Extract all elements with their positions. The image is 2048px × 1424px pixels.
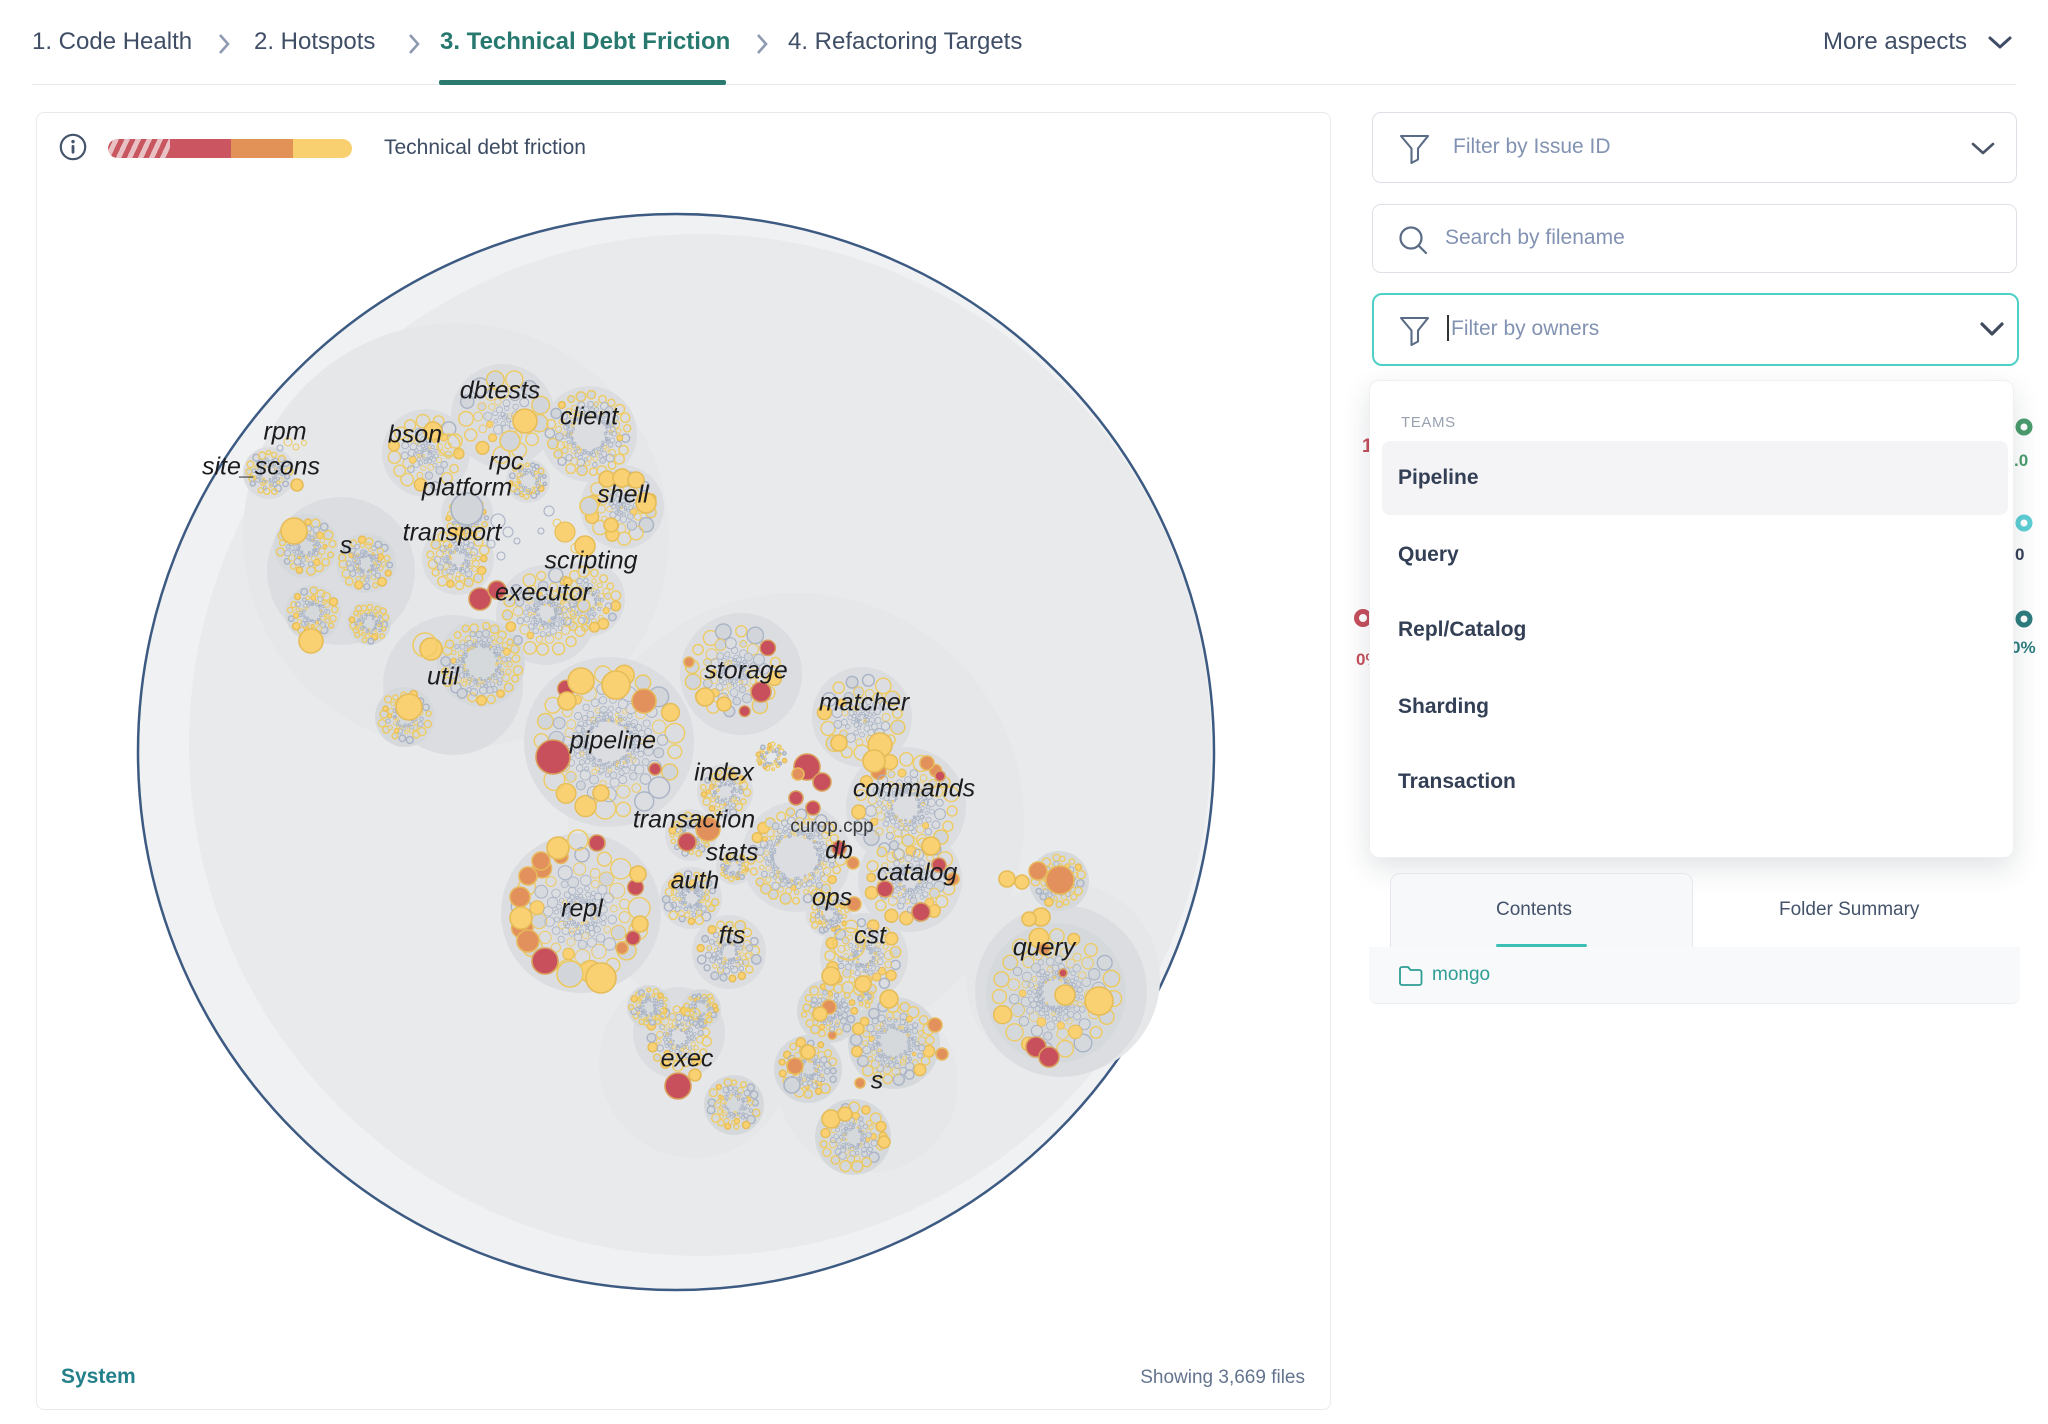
svg-text:fts: fts <box>719 922 745 950</box>
svg-text:auth: auth <box>671 867 720 895</box>
svg-text:commands: commands <box>853 775 975 803</box>
svg-text:transaction: transaction <box>633 806 755 834</box>
svg-text:platform: platform <box>421 474 512 502</box>
svg-text:matcher: matcher <box>819 689 911 717</box>
svg-text:ops: ops <box>812 884 852 912</box>
svg-text:s: s <box>340 532 353 560</box>
svg-text:transport: transport <box>403 519 503 547</box>
svg-text:stats: stats <box>706 839 759 867</box>
svg-text:client: client <box>560 403 619 431</box>
svg-text:storage: storage <box>704 657 787 685</box>
svg-text:executor: executor <box>495 579 593 607</box>
svg-text:cst: cst <box>854 922 887 950</box>
svg-text:site_scons: site_scons <box>202 453 320 481</box>
svg-text:repl: repl <box>561 895 604 923</box>
svg-text:curop.cpp: curop.cpp <box>790 816 873 837</box>
svg-text:dbtests: dbtests <box>460 377 541 405</box>
svg-text:s: s <box>871 1067 884 1095</box>
svg-text:scripting: scripting <box>544 547 637 575</box>
svg-text:pipeline: pipeline <box>569 727 656 755</box>
svg-text:catalog: catalog <box>877 859 958 887</box>
svg-text:bson: bson <box>388 421 442 449</box>
svg-text:rpc: rpc <box>489 448 524 476</box>
svg-text:db: db <box>825 837 853 865</box>
svg-text:shell: shell <box>597 481 650 509</box>
svg-text:util: util <box>427 663 460 691</box>
svg-text:query: query <box>1013 934 1077 962</box>
svg-text:exec: exec <box>661 1045 714 1073</box>
svg-text:index: index <box>694 759 755 787</box>
svg-text:rpm: rpm <box>263 418 306 446</box>
